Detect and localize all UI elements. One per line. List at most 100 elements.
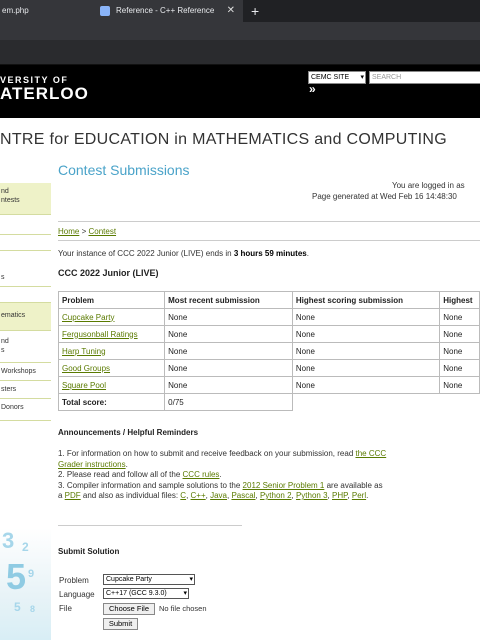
problem-link[interactable]: Fergusonball Ratings <box>62 330 138 339</box>
ccc-rules-link[interactable]: CCC rules <box>183 470 220 479</box>
language-select[interactable]: C++17 (GCC 9.3.0) ▾ <box>103 588 189 599</box>
decorative-numbers-image: 3 2 5 9 5 8 <box>0 528 51 640</box>
browser-tab-2[interactable]: Reference - C++ Reference ✕ <box>86 0 243 22</box>
breadcrumb: Home > Contest <box>58 227 116 236</box>
problem-label: Problem <box>59 576 89 585</box>
page-generated-time: Page generated at Wed Feb 16 14:48:30 <box>312 192 457 201</box>
tab-title: em.php <box>2 6 29 15</box>
table-row: Good Groups None None None <box>57 359 480 377</box>
file-link-java[interactable]: Java <box>210 491 227 500</box>
sidebar-item[interactable]: s <box>0 251 51 287</box>
table-cell: None <box>291 359 441 377</box>
chevron-down-icon: ▾ <box>183 590 187 597</box>
breadcrumb-home-link[interactable]: Home <box>58 227 79 236</box>
announcement-text: 3. Compiler information and sample solut… <box>58 480 243 490</box>
sidebar-item-workshops[interactable]: Workshops <box>0 363 51 381</box>
deco-digit: 8 <box>30 604 36 614</box>
announcement-text: . <box>366 491 369 500</box>
announcements-text: 1. For information on how to submit and … <box>58 449 387 500</box>
announcement-text: and also as individual files: <box>80 491 181 500</box>
site-favicon-icon <box>100 6 110 16</box>
submit-button[interactable]: Submit <box>103 618 138 630</box>
site-select[interactable]: CEMC SITE ▾ <box>308 71 366 84</box>
table-cell: None <box>164 325 293 343</box>
table-cell: None <box>439 359 480 377</box>
sidebar-item-donors[interactable]: Donors <box>0 399 51 421</box>
table-cell: None <box>291 376 441 394</box>
sidebar-item-label: s <box>1 274 5 281</box>
table-cell: None <box>291 325 441 343</box>
search-input[interactable]: SEARCH <box>369 71 480 84</box>
divider <box>58 240 480 241</box>
language-select-value: C++17 (GCC 9.3.0) <box>106 590 167 597</box>
address-bar[interactable] <box>0 22 480 40</box>
total-row: Total score: 0/75 <box>57 393 480 411</box>
deco-digit: 5 <box>6 556 27 597</box>
problem-select[interactable]: Cupcake Party ▾ <box>103 574 195 585</box>
table-row: Fergusonball Ratings None None None <box>57 325 480 343</box>
sidebar-item-contests[interactable]: nd ntests <box>0 183 51 215</box>
sidebar-item[interactable] <box>0 215 51 235</box>
problem-select-value: Cupcake Party <box>106 576 152 583</box>
file-label: File <box>59 604 72 613</box>
table-row: Cupcake Party None None None <box>57 308 480 326</box>
submissions-table: Problem Most recent submission Highest s… <box>57 291 480 411</box>
logo-waterloo[interactable]: ATERLOO <box>0 84 89 104</box>
time-remaining-prefix: Your instance of CCC 2022 Junior (LIVE) … <box>58 249 234 258</box>
site-select-value: CEMC SITE <box>311 74 350 81</box>
deco-digit: 2 <box>22 540 29 554</box>
problem-link[interactable]: Cupcake Party <box>62 313 114 322</box>
table-row: Square Pool None None None <box>57 376 480 394</box>
problem-link[interactable]: Harp Tuning <box>62 347 106 356</box>
contest-time-remaining: Your instance of CCC 2022 Junior (LIVE) … <box>58 249 309 258</box>
browser-tab-bar: em.php ✕ Reference - C++ Reference ✕ + <box>0 0 480 22</box>
total-score-label: Total score: <box>57 393 166 411</box>
table-cell: None <box>164 342 293 360</box>
search-go-icon[interactable]: » <box>309 82 316 96</box>
announcement-text: . <box>219 470 222 479</box>
cemc-title: NTRE for EDUCATION in MATHEMATICS and CO… <box>0 131 448 148</box>
file-link-perl[interactable]: Perl <box>352 491 366 500</box>
sidebar-item[interactable] <box>0 287 51 303</box>
file-link-c[interactable]: C <box>180 491 186 500</box>
chevron-down-icon: ▾ <box>189 576 193 583</box>
time-remaining-value: 3 hours 59 minutes <box>233 249 307 258</box>
divider <box>58 221 480 222</box>
new-tab-icon[interactable]: + <box>251 0 259 22</box>
sidebar-item-posters[interactable]: sters <box>0 381 51 399</box>
column-header: Highest <box>439 291 480 309</box>
choose-file-button[interactable]: Choose File <box>103 603 155 615</box>
problem-link[interactable]: Good Groups <box>62 364 110 373</box>
column-header: Highest scoring submission <box>291 291 441 309</box>
divider <box>58 525 242 526</box>
close-tab-icon[interactable]: ✕ <box>227 0 235 22</box>
page-title: Contest Submissions <box>58 162 190 178</box>
pdf-link[interactable]: PDF <box>65 491 81 500</box>
total-score-value: 0/75 <box>164 393 293 411</box>
announcement-text: 1. For information on how to submit and … <box>58 449 356 458</box>
deco-digit: 3 <box>2 528 15 553</box>
sidebar-item-label: Donors <box>1 404 24 411</box>
sidebar-item[interactable]: nd s <box>0 331 51 363</box>
language-label: Language <box>59 590 95 599</box>
problem-link[interactable]: Square Pool <box>62 381 106 390</box>
deco-digit: 5 <box>14 600 21 614</box>
table-cell: None <box>439 376 480 394</box>
file-link-python2[interactable]: Python 2 <box>260 491 292 500</box>
column-header: Most recent submission <box>164 291 293 309</box>
file-link-python3[interactable]: Python 3 <box>296 491 328 500</box>
sidebar: nd ntests s ematics nd s Workshops sters… <box>0 163 51 640</box>
bookmarks-bar <box>0 40 480 65</box>
sidebar-item-mathematics[interactable]: ematics <box>0 303 51 331</box>
file-link-php[interactable]: PHP <box>332 491 347 500</box>
table-cell: None <box>164 308 293 326</box>
table-cell: None <box>439 325 480 343</box>
file-link-pascal[interactable]: Pascal <box>231 491 255 500</box>
file-link-cpp[interactable]: C++ <box>191 491 206 500</box>
site-header: VERSITY OF ATERLOO CEMC SITE ▾ SEARCH » <box>0 65 480 118</box>
sidebar-item[interactable] <box>0 235 51 251</box>
senior-problem-link[interactable]: 2012 Senior Problem 1 <box>243 481 325 490</box>
tab-title: Reference - C++ Reference <box>116 6 215 15</box>
announcements-title: Announcements / Helpful Reminders <box>58 428 199 437</box>
breadcrumb-contest-link[interactable]: Contest <box>88 227 116 236</box>
